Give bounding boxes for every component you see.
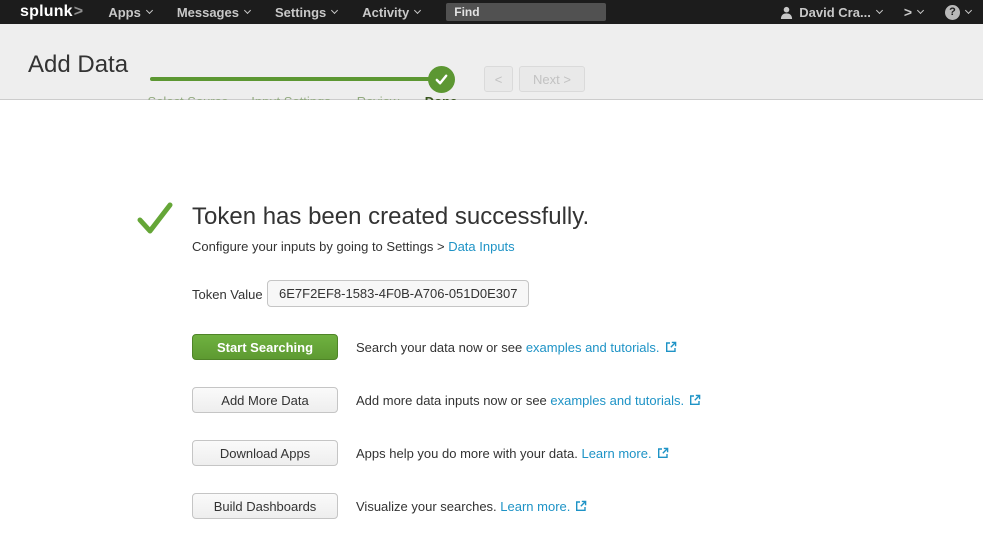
- success-checkmark-icon: [137, 200, 173, 236]
- download-apps-button[interactable]: Download Apps: [192, 440, 338, 466]
- top-navigation-bar: splunk> Apps Messages Settings Activity …: [0, 0, 983, 24]
- topbar-right-group: David Cra... > ?: [780, 4, 971, 20]
- external-link-icon: [665, 341, 677, 353]
- external-link-icon: [689, 394, 701, 406]
- find-search-input[interactable]: [446, 3, 606, 21]
- description-text: Visualize your searches.: [356, 499, 500, 514]
- description-text: Search your data now or see: [356, 340, 526, 355]
- chevron-down-icon: [917, 7, 924, 14]
- action-description: Apps help you do more with your data. Le…: [356, 446, 669, 461]
- next-button[interactable]: Next >: [519, 66, 585, 92]
- action-description: Add more data inputs now or see examples…: [356, 393, 701, 408]
- external-link-icon: [575, 500, 587, 512]
- menu-settings[interactable]: Settings: [275, 5, 337, 20]
- chevron-down-icon: [331, 7, 338, 14]
- chevron-down-icon: [414, 7, 421, 14]
- menu-apps-label: Apps: [108, 5, 141, 20]
- action-row-add-more-data: Add More Data Add more data inputs now o…: [192, 387, 701, 413]
- logo-arrow-icon: >: [74, 3, 84, 20]
- menu-messages[interactable]: Messages: [177, 5, 250, 20]
- main-content: Token has been created successfully. Con…: [0, 100, 983, 538]
- splunk-logo[interactable]: splunk>: [20, 3, 83, 21]
- data-inputs-link[interactable]: Data Inputs: [448, 239, 515, 254]
- progress-line: [150, 77, 430, 81]
- logo-text: splunk: [20, 3, 73, 20]
- build-dashboards-button[interactable]: Build Dashboards: [192, 493, 338, 519]
- wizard-header: Add Data Select Source Input Settings Re…: [0, 24, 983, 100]
- help-menu[interactable]: ?: [945, 5, 971, 20]
- examples-tutorials-link[interactable]: examples and tutorials.: [550, 393, 684, 408]
- action-row-download-apps: Download Apps Apps help you do more with…: [192, 440, 669, 466]
- token-value-label: Token Value: [192, 287, 263, 302]
- learn-more-link[interactable]: Learn more.: [500, 499, 570, 514]
- action-description: Visualize your searches. Learn more.: [356, 499, 587, 514]
- quick-links-icon: >: [904, 4, 912, 20]
- splunk-add-data-page: splunk> Apps Messages Settings Activity …: [0, 0, 983, 539]
- menu-activity[interactable]: Activity: [362, 5, 420, 20]
- description-text: Apps help you do more with your data.: [356, 446, 581, 461]
- menu-settings-label: Settings: [275, 5, 326, 20]
- user-icon: [780, 6, 793, 19]
- user-menu[interactable]: David Cra...: [780, 5, 882, 20]
- back-button[interactable]: <: [484, 66, 513, 92]
- external-link-icon: [657, 447, 669, 459]
- user-name: David Cra...: [799, 5, 871, 20]
- menu-messages-label: Messages: [177, 5, 239, 20]
- action-row-build-dashboards: Build Dashboards Visualize your searches…: [192, 493, 587, 519]
- help-icon: ?: [945, 5, 960, 20]
- checkmark-icon: [434, 72, 449, 87]
- token-value-field[interactable]: [267, 280, 529, 307]
- success-heading: Token has been created successfully.: [192, 203, 589, 231]
- add-more-data-button[interactable]: Add More Data: [192, 387, 338, 413]
- done-step-indicator: [428, 66, 455, 93]
- action-description: Search your data now or see examples and…: [356, 340, 677, 355]
- menu-apps[interactable]: Apps: [108, 5, 152, 20]
- menu-activity-label: Activity: [362, 5, 409, 20]
- quick-links-menu[interactable]: >: [904, 4, 923, 20]
- start-searching-button[interactable]: Start Searching: [192, 334, 338, 360]
- page-title: Add Data: [28, 51, 128, 79]
- examples-tutorials-link[interactable]: examples and tutorials.: [526, 340, 660, 355]
- chevron-down-icon: [876, 7, 883, 14]
- chevron-down-icon: [965, 7, 972, 14]
- chevron-down-icon: [244, 7, 251, 14]
- description-text: Add more data inputs now or see: [356, 393, 550, 408]
- chevron-down-icon: [146, 7, 153, 14]
- configure-text: Configure your inputs by going to Settin…: [192, 239, 448, 254]
- learn-more-link[interactable]: Learn more.: [581, 446, 651, 461]
- configure-instructions: Configure your inputs by going to Settin…: [192, 239, 515, 254]
- action-row-start-searching: Start Searching Search your data now or …: [192, 334, 677, 360]
